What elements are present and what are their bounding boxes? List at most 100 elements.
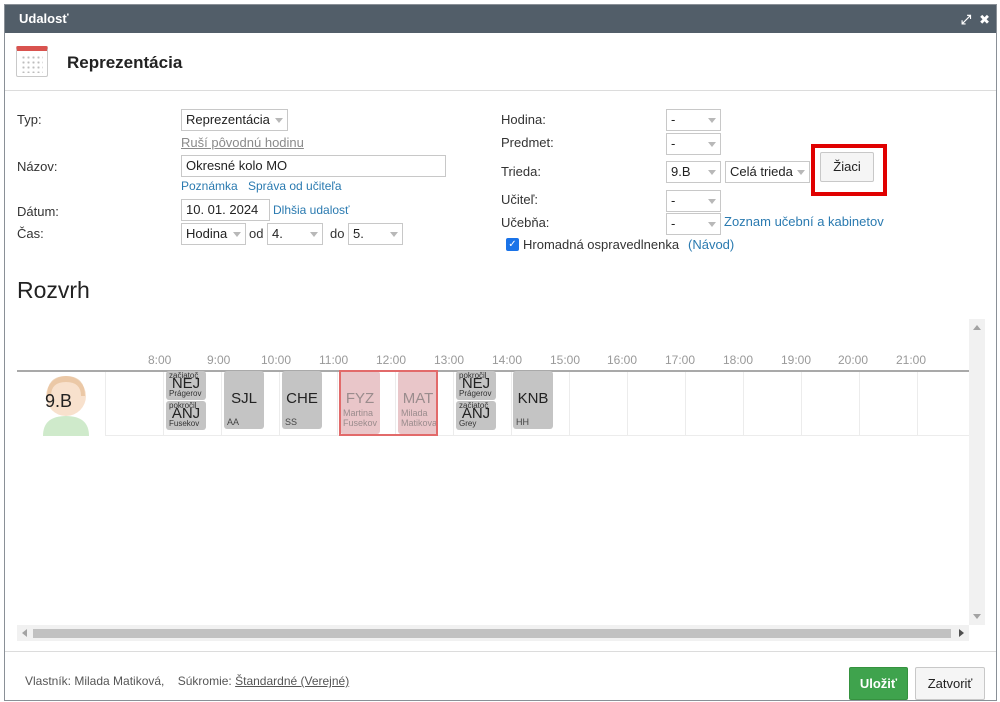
hour-label: 11:00 bbox=[319, 353, 349, 367]
lesson-teacher: AA bbox=[227, 417, 240, 427]
ucebna-label: Učebňa: bbox=[501, 215, 550, 230]
lesson-teacher: Fusekov bbox=[169, 419, 200, 428]
rozvrh-title: Rozvrh bbox=[17, 277, 90, 303]
hour-label: 14:00 bbox=[492, 353, 523, 367]
hodina-select[interactable]: - bbox=[666, 109, 721, 131]
ucitel-label: Učiteľ: bbox=[501, 192, 539, 207]
grid-line bbox=[453, 372, 454, 436]
zoznam-ucebni-link[interactable]: Zoznam učební a kabinetov bbox=[724, 214, 884, 229]
grid-line bbox=[743, 372, 744, 436]
footer-info: Vlastník: Milada Matiková, Súkromie: Šta… bbox=[25, 674, 349, 688]
hodina-select-value: - bbox=[671, 112, 676, 127]
lesson-anj-group2[interactable]: pokročil ANJ Fusekov bbox=[166, 401, 206, 430]
close-icon[interactable]: ✖ bbox=[979, 13, 990, 26]
datum-input[interactable]: 10. 01. 2024 bbox=[181, 199, 270, 221]
grid-line bbox=[279, 372, 280, 436]
trieda-select-value: 9.B bbox=[671, 164, 691, 179]
grid-line bbox=[917, 372, 918, 436]
od-select-value: 4. bbox=[272, 226, 283, 241]
lesson-nej-group2[interactable]: pokročil NEJ Prágerov bbox=[456, 371, 496, 400]
typ-label: Typ: bbox=[17, 112, 42, 127]
timetable: 8:00 9:00 10:00 11:00 12:00 13:00 14:00 … bbox=[17, 319, 985, 639]
poznamka-link[interactable]: Poznámka bbox=[181, 179, 238, 193]
lesson-anj-group1[interactable]: začiatoč ANJ Grey bbox=[456, 401, 496, 430]
grid-line bbox=[511, 372, 512, 436]
event-dialog: Udalosť ⤢ ✖ Reprezentácia Typ: Reprezent… bbox=[4, 4, 997, 701]
trieda-label: Trieda: bbox=[501, 164, 541, 179]
dialog-footer: Vlastník: Milada Matiková, Súkromie: Šta… bbox=[5, 651, 996, 702]
scroll-right-icon[interactable] bbox=[959, 629, 964, 637]
lesson-sjl[interactable]: SJL AA bbox=[224, 371, 264, 429]
lesson-knb[interactable]: KNB HH bbox=[513, 371, 553, 429]
hour-label: 16:00 bbox=[607, 353, 638, 367]
grid-line bbox=[105, 435, 969, 436]
lesson-code: KNB bbox=[517, 390, 549, 407]
rusi-povodnu-hodinu-link[interactable]: Ruší pôvodnú hodinu bbox=[181, 135, 304, 150]
lesson-teacher: SS bbox=[285, 417, 298, 427]
privacy-link[interactable]: Štandardné (Verejné) bbox=[235, 674, 349, 688]
predmet-select-value: - bbox=[671, 136, 676, 151]
lesson-teacher: Grey bbox=[459, 419, 477, 428]
save-button[interactable]: Uložiť bbox=[849, 667, 908, 700]
grid-line bbox=[105, 372, 106, 436]
grid-line bbox=[337, 372, 338, 436]
hour-label: 9:00 bbox=[207, 353, 231, 367]
ucebna-select[interactable]: - bbox=[666, 213, 721, 235]
ucitel-select[interactable]: - bbox=[666, 190, 721, 212]
grid-line bbox=[569, 372, 570, 436]
grid-line bbox=[859, 372, 860, 436]
lesson-che[interactable]: CHE SS bbox=[282, 371, 322, 429]
hour-label: 10:00 bbox=[261, 353, 292, 367]
vertical-scrollbar[interactable] bbox=[969, 319, 985, 625]
calendar-icon bbox=[16, 46, 48, 77]
ziaci-button[interactable]: Žiaci bbox=[820, 152, 874, 182]
representation-highlight-box bbox=[339, 370, 438, 436]
owner-text: Vlastník: Milada Matiková, bbox=[25, 674, 165, 688]
skupina-select[interactable]: Celá trieda bbox=[725, 161, 810, 183]
dialog-title: Udalosť bbox=[19, 11, 69, 26]
cas-select-value: Hodina bbox=[186, 226, 228, 241]
scroll-left-icon[interactable] bbox=[22, 629, 27, 637]
hromadna-checkbox[interactable]: ✓ bbox=[506, 238, 519, 251]
do-select[interactable]: 5. bbox=[348, 223, 403, 245]
close-button[interactable]: Zatvoriť bbox=[915, 667, 985, 700]
do-label: do bbox=[330, 226, 345, 241]
hour-label: 8:00 bbox=[148, 353, 172, 367]
horizontal-scrollbar[interactable] bbox=[17, 625, 969, 641]
dialog-header: Reprezentácia bbox=[5, 33, 996, 91]
dlhsia-udalost-link[interactable]: Dlhšia udalosť bbox=[273, 203, 350, 217]
ucitel-select-value: - bbox=[671, 193, 676, 208]
hour-label: 18:00 bbox=[723, 353, 754, 367]
od-select[interactable]: 4. bbox=[267, 223, 323, 245]
dialog-titlebar: Udalosť ⤢ ✖ bbox=[5, 5, 996, 33]
scroll-down-icon[interactable] bbox=[973, 614, 981, 619]
sprava-od-ucitela-link[interactable]: Správa od učiteľa bbox=[248, 179, 342, 193]
navod-link[interactable]: (Návod) bbox=[688, 237, 734, 252]
cas-label: Čas: bbox=[17, 226, 44, 241]
hour-label: 21:00 bbox=[896, 353, 927, 367]
privacy-label: Súkromie: bbox=[177, 674, 232, 688]
predmet-select[interactable]: - bbox=[666, 133, 721, 155]
lesson-code: SJL bbox=[231, 390, 257, 407]
grid-line bbox=[627, 372, 628, 436]
lesson-nej-group1[interactable]: začiatoč NEJ Prágerov bbox=[166, 371, 206, 400]
grid-line bbox=[221, 372, 222, 436]
scroll-up-icon[interactable] bbox=[973, 325, 981, 330]
trieda-select[interactable]: 9.B bbox=[666, 161, 721, 183]
predmet-label: Predmet: bbox=[501, 135, 554, 150]
hour-label: 17:00 bbox=[665, 353, 696, 367]
cas-select[interactable]: Hodina bbox=[181, 223, 246, 245]
skupina-select-value: Celá trieda bbox=[730, 164, 793, 179]
lesson-code: CHE bbox=[286, 390, 318, 407]
horizontal-scroll-thumb[interactable] bbox=[33, 629, 951, 638]
hodina-label: Hodina: bbox=[501, 112, 546, 127]
lesson-teacher: Prágerov bbox=[459, 389, 492, 398]
class-name: 9.B bbox=[45, 391, 73, 411]
hour-label: 20:00 bbox=[838, 353, 869, 367]
nazov-input[interactable]: Okresné kolo MO bbox=[181, 155, 446, 177]
typ-select[interactable]: Reprezentácia bbox=[181, 109, 288, 131]
lesson-teacher: HH bbox=[516, 417, 529, 427]
grid-line bbox=[685, 372, 686, 436]
maximize-icon[interactable]: ⤢ bbox=[961, 13, 971, 26]
grid-line bbox=[801, 372, 802, 436]
